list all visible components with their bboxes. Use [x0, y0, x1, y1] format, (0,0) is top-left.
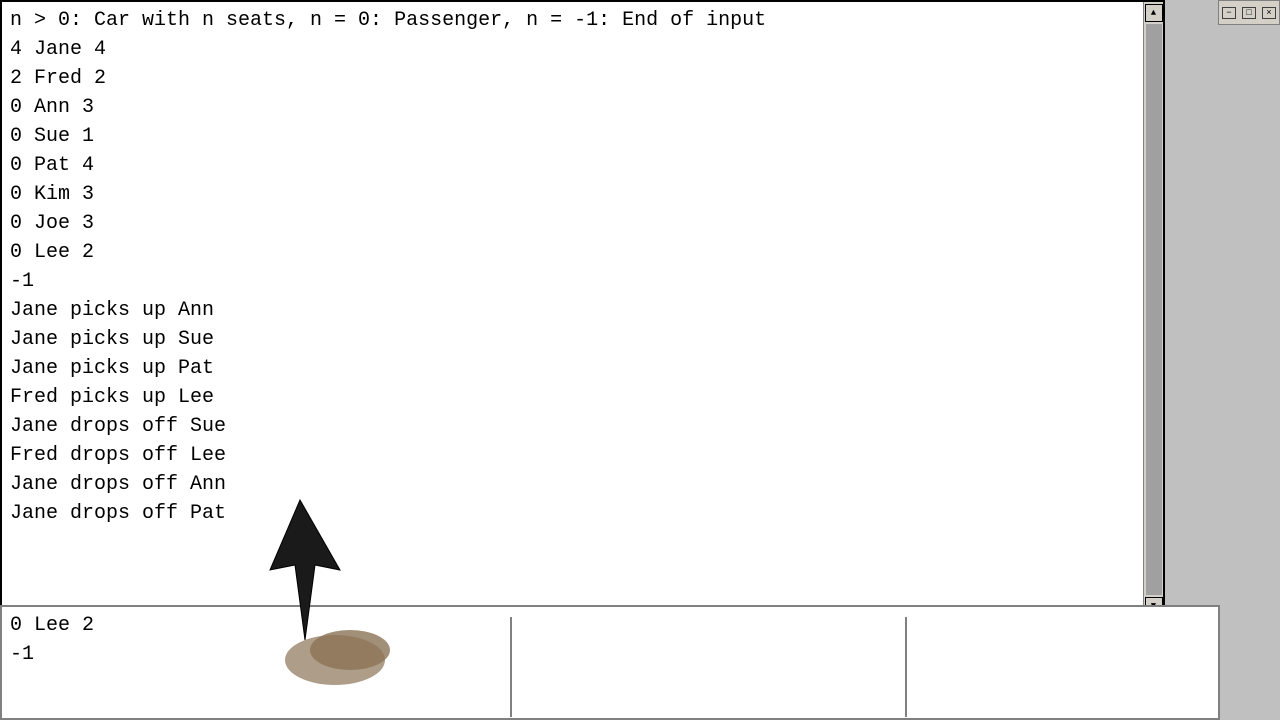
scroll-up-button[interactable]: ▲ — [1145, 4, 1163, 22]
line-17: Jane drops off Pat — [10, 502, 226, 525]
terminal-window: n > 0: Car with n seats, n = 0: Passenge… — [0, 0, 1165, 615]
bottom-separator-2 — [905, 617, 907, 717]
line-12: Jane picks up Pat — [10, 357, 214, 380]
bottom-line-1: 0 Lee 2 — [10, 614, 94, 637]
line-3: 0 Ann 3 — [10, 96, 94, 119]
vertical-scrollbar[interactable]: ▲ ▼ — [1143, 2, 1163, 615]
line-14: Jane drops off Sue — [10, 415, 226, 438]
terminal-output: n > 0: Car with n seats, n = 0: Passenge… — [2, 2, 1163, 532]
close-button[interactable]: × — [1262, 7, 1276, 19]
line-9: -1 — [10, 270, 34, 293]
line-4: 0 Sue 1 — [10, 125, 94, 148]
bottom-input-window: 0 Lee 2 -1 — [0, 605, 1220, 720]
line-2: 2 Fred 2 — [10, 67, 106, 90]
line-10: Jane picks up Ann — [10, 299, 214, 322]
line-13: Fred picks up Lee — [10, 386, 214, 409]
line-16: Jane drops off Ann — [10, 473, 226, 496]
line-11: Jane picks up Sue — [10, 328, 214, 351]
line-6: 0 Kim 3 — [10, 183, 94, 206]
line-8: 0 Lee 2 — [10, 241, 94, 264]
bottom-terminal-output: 0 Lee 2 -1 — [2, 607, 1218, 673]
line-7: 0 Joe 3 — [10, 212, 94, 235]
line-0: n > 0: Car with n seats, n = 0: Passenge… — [10, 9, 766, 32]
scroll-track — [1146, 24, 1162, 595]
minimize-button[interactable]: − — [1222, 7, 1236, 19]
bottom-line-2: -1 — [10, 643, 34, 666]
window-controls: − □ × — [1218, 0, 1280, 25]
bottom-separator-1 — [510, 617, 512, 717]
maximize-button[interactable]: □ — [1242, 7, 1256, 19]
line-15: Fred drops off Lee — [10, 444, 226, 467]
line-5: 0 Pat 4 — [10, 154, 94, 177]
line-1: 4 Jane 4 — [10, 38, 106, 61]
